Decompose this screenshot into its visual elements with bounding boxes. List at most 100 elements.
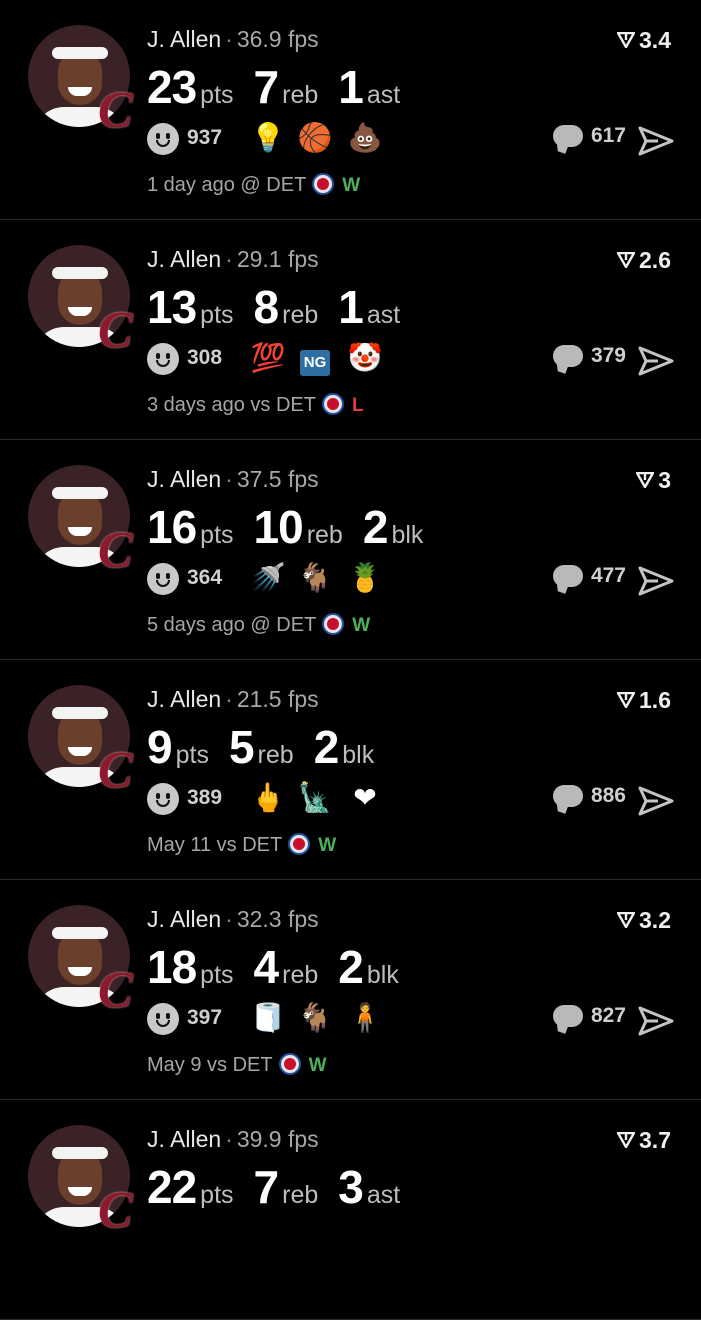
player-name[interactable]: J. Allen [147,466,221,492]
paper-plane-icon[interactable] [638,124,674,158]
comment-button[interactable]: 379 [552,344,626,378]
reaction-emoji[interactable]: ❤ [347,782,383,814]
comment-button[interactable]: 886 [552,784,626,818]
stat-value: 13 [147,281,197,333]
stat-label: reb [306,521,343,549]
reaction-emoji[interactable]: 🧍 [347,1002,383,1034]
stat-value: 4 [253,941,280,993]
fantasy-points: 32.3 fps [236,906,319,932]
filter-triangle-icon [616,911,636,929]
game-info[interactable]: 3 days ago vs DET L [147,392,364,417]
rating-score[interactable]: 3.2 [616,907,671,934]
comment-button[interactable]: 827 [552,1004,626,1038]
comment-button[interactable]: 477 [552,564,626,598]
game-result: L [351,395,364,416]
smiley-face-icon[interactable] [147,783,179,815]
reaction-emoji[interactable]: 🤡 [347,342,383,374]
reaction-emoji[interactable]: 🏀 [297,122,333,154]
player-avatar[interactable]: C [28,685,133,797]
smiley-face-icon[interactable] [147,343,179,375]
rating-score[interactable]: 3 [636,467,671,494]
stat-reb: 7 reb [254,1160,319,1214]
stat-pts: 9 pts [147,720,209,774]
reaction-count: 364 [187,566,223,589]
paper-plane-icon[interactable] [638,564,674,598]
rating-score[interactable]: 2.6 [616,247,671,274]
reaction-emoji[interactable]: 🧻 [250,1002,286,1034]
stat-value: 1 [338,281,364,333]
reaction-emoji[interactable]: 🚿 [250,562,286,594]
smiley-face-icon[interactable] [147,1003,179,1035]
comment-button[interactable]: 617 [552,124,626,158]
rating-score[interactable]: 3.4 [616,27,671,54]
game-info[interactable]: 1 day ago @ DET W [147,172,360,197]
player-avatar[interactable]: C [28,905,133,1017]
stat-label: reb [282,81,319,109]
stat-value: 18 [147,941,197,993]
stat-reb: 5 reb [229,720,294,774]
game-card[interactable]: C J. Allen · 37.5 fps 3 16 pts 10 reb 2 blk 364… [0,440,701,660]
player-name[interactable]: J. Allen [147,1126,221,1152]
game-info[interactable]: May 11 vs DET W [147,832,336,857]
stat-ast: 1 ast [338,280,400,334]
paper-plane-icon[interactable] [638,1004,674,1038]
player-name[interactable]: J. Allen [147,26,221,52]
rating-score[interactable]: 1.6 [616,687,671,714]
stat-label: ast [366,81,401,109]
cleveland-cavaliers-logo: C [98,302,133,359]
player-avatar[interactable]: C [28,1125,133,1237]
game-date: 3 days ago [147,394,245,416]
game-card[interactable]: C J. Allen · 36.9 fps 3.4 23 pts 7 reb 1 ast 93… [0,0,701,220]
stat-label: reb [257,741,294,769]
reaction-emoji[interactable]: 🗽 [297,782,333,814]
stat-line: 18 pts 4 reb 2 blk [147,940,419,994]
speech-bubble-icon [552,785,583,807]
reaction-emoji[interactable]: 💡 [250,122,286,154]
game-venue: vs DET [207,1054,273,1076]
reaction-emoji[interactable]: 🐐 [297,562,333,594]
game-info[interactable]: May 9 vs DET W [147,1052,327,1077]
player-avatar[interactable]: C [28,245,133,357]
rating-score[interactable]: 3.7 [616,1127,671,1154]
paper-plane-icon[interactable] [638,784,674,818]
stat-ast: 3 ast [338,1160,400,1214]
player-avatar[interactable]: C [28,465,133,577]
reaction-emoji[interactable]: 🍍 [347,562,383,594]
stat-reb: 4 reb [254,940,319,994]
reaction-emoji[interactable]: 🐐 [297,1002,333,1034]
game-card[interactable]: C J. Allen · 39.9 fps 3.7 22 pts 7 reb 3 ast [0,1100,701,1320]
stat-label: ast [366,301,401,329]
stat-label: reb [282,301,319,329]
reaction-emoji[interactable]: 🖕 [250,782,286,814]
reaction-count: 937 [187,126,223,149]
game-date: 5 days ago [147,614,245,636]
game-card[interactable]: C J. Allen · 21.5 fps 1.6 9 pts 5 reb 2 blk 389… [0,660,701,880]
smiley-face-icon[interactable] [147,123,179,155]
stat-value: 5 [228,721,255,773]
paper-plane-icon[interactable] [638,344,674,378]
stat-label: pts [200,301,234,329]
stat-line: 16 pts 10 reb 2 blk [147,500,443,554]
reaction-emoji[interactable]: 💯 [250,342,286,374]
player-name[interactable]: J. Allen [147,906,221,932]
player-name[interactable]: J. Allen [147,246,221,272]
detroit-pistons-logo [322,612,345,635]
game-info[interactable]: 5 days ago @ DET W [147,612,370,637]
game-card[interactable]: C J. Allen · 32.3 fps 3.2 18 pts 4 reb 2 blk 39… [0,880,701,1100]
rating-value: 3.7 [639,1127,671,1153]
game-card[interactable]: C J. Allen · 29.1 fps 2.6 13 pts 8 reb 1 ast 30… [0,220,701,440]
player-name-line: J. Allen · 36.9 fps [147,26,319,52]
reaction-count: 308 [187,346,223,369]
rating-value: 3.4 [639,27,671,53]
filter-triangle-icon [616,691,636,709]
player-avatar[interactable]: C [28,25,133,137]
player-name[interactable]: J. Allen [147,686,221,712]
smiley-face-icon[interactable] [147,563,179,595]
speech-bubble-icon [552,125,583,147]
stat-label: blk [366,961,399,989]
reaction-emoji[interactable]: NG [297,342,333,376]
reaction-emoji[interactable]: 💩 [347,122,383,154]
cleveland-cavaliers-logo: C [98,962,133,1019]
player-name-line: J. Allen · 21.5 fps [147,686,319,712]
cleveland-cavaliers-logo: C [98,522,133,579]
